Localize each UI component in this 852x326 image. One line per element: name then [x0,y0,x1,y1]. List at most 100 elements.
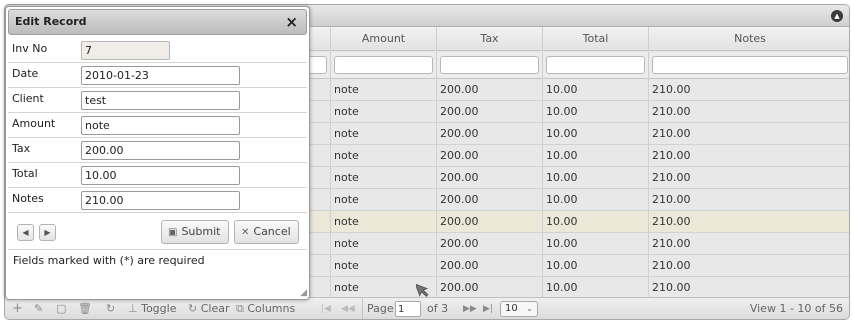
field-input-total[interactable] [81,166,240,185]
field-label: Tax [12,142,31,155]
filter-input-notes[interactable] [652,56,848,74]
filter-cell-tax [436,52,542,79]
table-cell-notes: 210.00 [648,189,849,210]
field-input-amount[interactable] [81,116,240,135]
column-header-notes[interactable]: Notes [648,27,849,51]
columns-icon: ⧉ [236,302,244,315]
add-icon[interactable]: + [12,298,23,319]
field-label: Date [12,67,39,80]
table-cell-notes: 210.00 [648,211,849,232]
field-label: Notes [12,192,44,205]
page-size-value: 10 [505,303,518,314]
table-cell-notes: 210.00 [648,79,849,100]
field-input-tax[interactable] [81,141,240,160]
table-cell-amount: note [330,123,436,144]
table-cell-tax: 200.00 [436,123,542,144]
last-page-icon[interactable]: ▶| [483,298,493,319]
dialog-titlebar[interactable]: Edit Record × [8,9,307,35]
field-input-inv-no[interactable] [81,41,170,60]
mouse-cursor-icon [416,283,429,297]
cancel-label: Cancel [253,225,291,238]
table-cell-amount: note [330,145,436,166]
table-cell-tax: 200.00 [436,167,542,188]
filter-cell-total [542,52,648,79]
edit-icon[interactable]: ✎ [34,298,43,319]
table-cell-tax: 200.00 [436,233,542,254]
table-cell-notes: 210.00 [648,101,849,122]
dialog-title: Edit Record [15,15,87,28]
collapse-grid-icon[interactable]: ▲ [831,10,843,22]
field-input-notes[interactable] [81,191,240,210]
close-icon[interactable]: × [285,12,298,32]
edit-record-dialog: Edit Record × Inv No Date Client Amount Tax T… [5,6,310,300]
first-page-icon[interactable]: |◀ [321,298,331,319]
delete-icon[interactable]: 🗑 [78,298,92,319]
columns-label: Columns [247,302,296,315]
filter-input-total[interactable] [546,56,645,74]
table-cell-total: 10.00 [542,123,648,144]
table-cell-tax: 200.00 [436,277,542,298]
table-cell-total: 10.00 [542,101,648,122]
page-label: Page [362,298,394,319]
table-cell-notes: 210.00 [648,233,849,254]
save-icon: ▣ [168,227,178,238]
next-record-button[interactable]: ▶ [39,224,56,241]
chevron-down-icon: ⌄ [526,304,533,313]
refresh-icon[interactable]: ↻ [106,298,115,319]
submit-button[interactable]: ▣ Submit [161,220,229,244]
page-size-select[interactable]: 10 ⌄ [500,301,538,317]
table-cell-total: 10.00 [542,79,648,100]
column-header-tax[interactable]: Tax [436,27,542,51]
filter-cell-amount [330,52,436,79]
table-cell-amount: note [330,167,436,188]
grid-pager: + ✎ ▢ 🗑 ↻ ⊥ Toggle ↻ Clear ⧉ Columns |◀ … [5,297,849,319]
form-row: Amount [8,113,307,138]
table-cell-total: 10.00 [542,255,648,276]
field-input-date[interactable] [81,66,240,85]
table-cell-amount: note [330,211,436,232]
table-cell-total: 10.00 [542,233,648,254]
clear-icon: ↻ [188,302,198,315]
table-cell-tax: 200.00 [436,145,542,166]
table-cell-total: 10.00 [542,211,648,232]
field-label: Client [12,92,44,105]
resize-handle-icon[interactable]: ◢ [300,289,307,298]
filter-cell-notes [648,52,849,79]
next-page-icon[interactable]: ▶▶ [463,298,477,319]
form-row: Inv No [8,38,307,63]
clear-label: Clear [200,302,230,315]
table-cell-total: 10.00 [542,167,648,188]
clear-button[interactable]: ↻ Clear [188,298,230,319]
column-header-amount[interactable]: Amount [330,27,436,51]
submit-label: Submit [181,225,221,238]
table-cell-amount: note [330,233,436,254]
toggle-button[interactable]: ⊥ Toggle [128,298,176,319]
columns-button[interactable]: ⧉ Columns [236,298,296,319]
table-cell-tax: 200.00 [436,211,542,232]
form-row: Client [8,88,307,113]
pin-icon: ⊥ [128,302,138,315]
table-cell-notes: 210.00 [648,277,849,298]
table-cell-amount: note [330,255,436,276]
form-row: Notes [8,188,307,213]
view-icon[interactable]: ▢ [56,298,66,319]
table-cell-notes: 210.00 [648,123,849,144]
table-cell-amount: note [330,189,436,210]
form-row: Total [8,163,307,188]
required-fields-note: Fields marked with (*) are required [13,254,205,267]
table-cell-notes: 210.00 [648,255,849,276]
table-cell-total: 10.00 [542,189,648,210]
table-cell-amount: note [330,101,436,122]
page-number-input[interactable] [395,301,421,317]
form-row: Tax [8,138,307,163]
filter-input-amount[interactable] [334,56,433,74]
column-header-total[interactable]: Total [542,27,648,51]
table-cell-tax: 200.00 [436,101,542,122]
prev-record-button[interactable]: ◀ [17,224,34,241]
form-row: Date [8,63,307,88]
table-cell-amount: note [330,79,436,100]
prev-page-icon[interactable]: ◀◀ [341,298,355,319]
cancel-button[interactable]: ✕ Cancel [234,220,299,244]
field-input-client[interactable] [81,91,240,110]
filter-input-tax[interactable] [440,56,539,74]
